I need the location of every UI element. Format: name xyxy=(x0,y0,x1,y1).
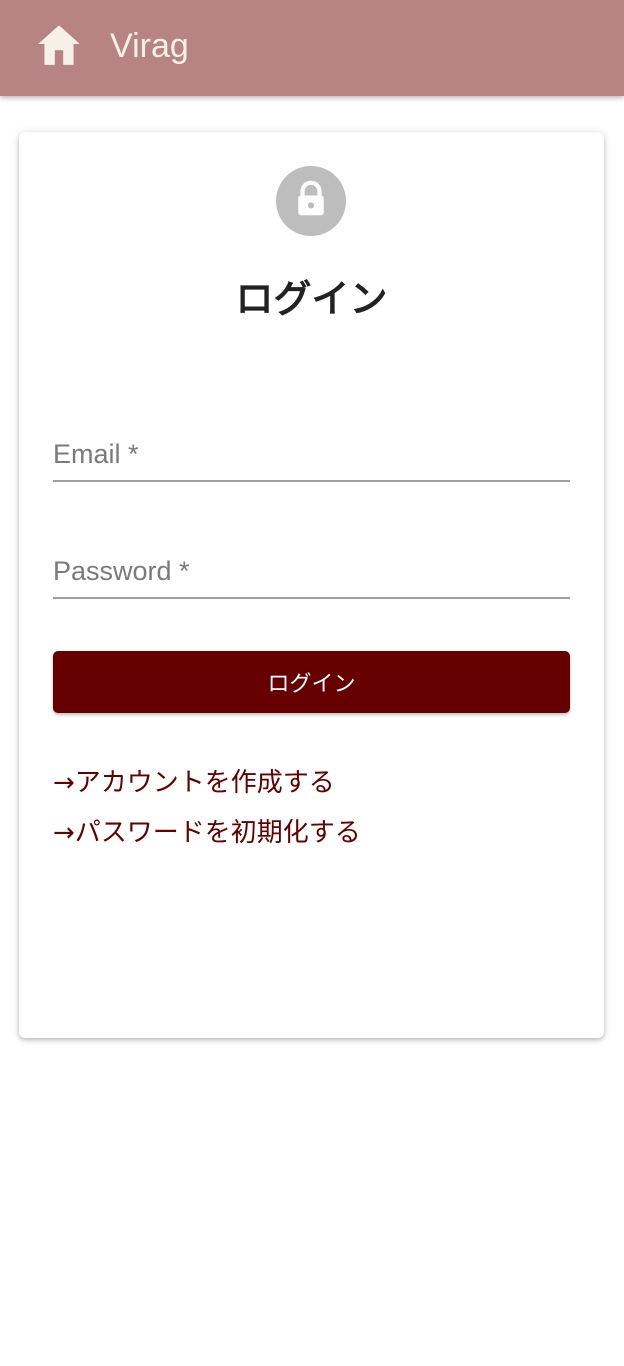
login-button[interactable]: ログイン xyxy=(53,651,570,713)
password-field[interactable]: Password * xyxy=(53,539,570,599)
lock-icon xyxy=(294,180,328,222)
password-input[interactable] xyxy=(53,555,570,589)
email-input[interactable] xyxy=(53,438,570,472)
app-title: Virag xyxy=(110,27,189,65)
create-account-link[interactable]: →アカウントを作成する xyxy=(53,765,335,801)
app-bar: Virag xyxy=(0,0,624,96)
home-button[interactable] xyxy=(34,22,84,70)
email-field[interactable]: Email * xyxy=(53,422,570,482)
home-icon xyxy=(34,21,84,71)
avatar xyxy=(276,166,346,236)
reset-password-link[interactable]: →パスワードを初期化する xyxy=(53,815,361,851)
login-card: ログイン Email * Password * ログイン →アカウントを作成する… xyxy=(19,132,604,1038)
page-title: ログイン xyxy=(235,277,388,321)
